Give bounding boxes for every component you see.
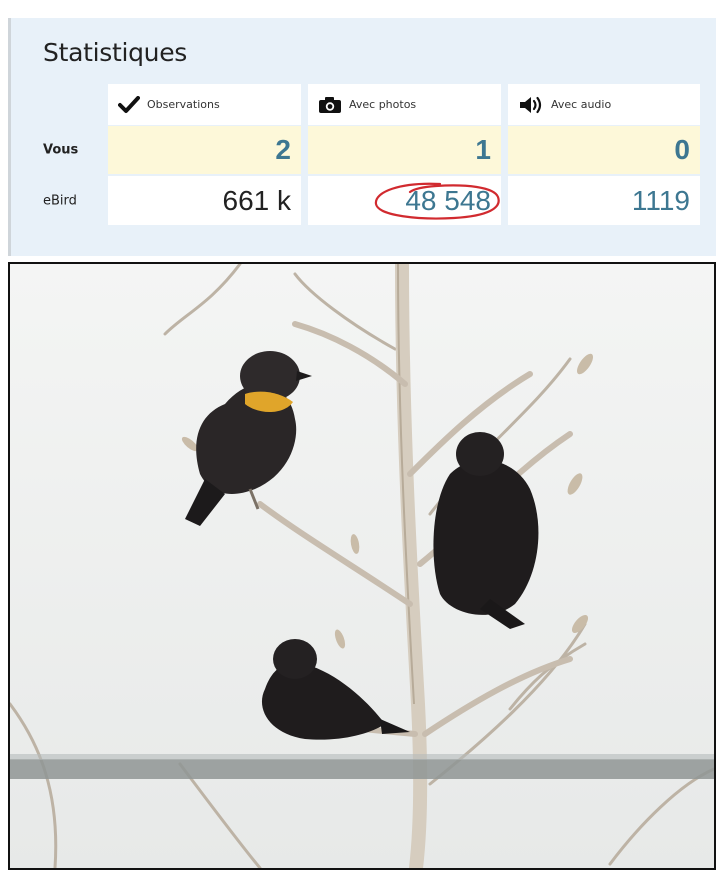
camera-icon — [319, 96, 341, 113]
cell-ebird-audio[interactable]: 1119 — [508, 176, 700, 225]
column-header-observations: Observations — [108, 84, 301, 125]
bird-photo-illustration — [10, 264, 714, 868]
cell-ebird-photos[interactable]: 48 548 — [308, 176, 501, 225]
column-header-photos: Avec photos — [308, 84, 501, 125]
column-header-audio: Avec audio — [508, 84, 700, 125]
column-label: Observations — [147, 98, 220, 111]
column-label: Avec audio — [551, 98, 612, 111]
stat-value: 661 k — [222, 184, 292, 216]
row-label-you: Vous — [43, 142, 79, 158]
stat-value[interactable]: 1119 — [632, 185, 690, 217]
column-label: Avec photos — [349, 98, 417, 111]
cell-you-photos[interactable]: 1 — [308, 126, 501, 174]
statistics-panel: Statistiques Observations Avec photos Av… — [8, 18, 716, 256]
cell-you-observations[interactable]: 2 — [108, 126, 301, 174]
stat-value[interactable]: 2 — [275, 134, 291, 166]
checkmark-icon — [118, 95, 140, 113]
stats-header-row: Observations Avec photos Avec audio — [11, 84, 716, 125]
stat-value[interactable]: 1 — [475, 134, 491, 166]
row-label-ebird: eBird — [43, 193, 77, 208]
stats-title: Statistiques — [43, 38, 188, 67]
cell-you-audio: 0 — [508, 126, 700, 174]
cell-ebird-observations: 661 k — [108, 176, 301, 225]
stats-row-you: Vous 2 1 0 — [11, 126, 716, 174]
stat-value: 0 — [674, 134, 690, 165]
stats-row-ebird: eBird 661 k 48 548 1119 — [11, 176, 716, 225]
speaker-icon — [520, 96, 542, 113]
foreground-wire — [10, 759, 714, 779]
bird-photo — [8, 262, 716, 870]
stat-value[interactable]: 48 548 — [405, 185, 491, 217]
